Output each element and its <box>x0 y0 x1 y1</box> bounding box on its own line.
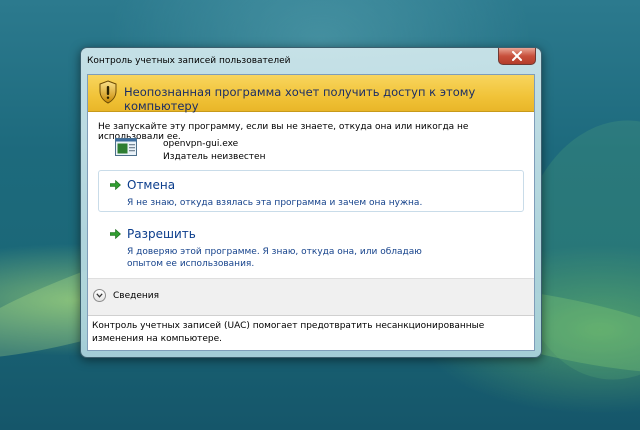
uac-dialog: Контроль учетных записей пользователей Н… <box>80 47 542 358</box>
close-icon <box>512 51 522 61</box>
title-bar[interactable]: Контроль учетных записей пользователей <box>81 48 541 74</box>
dialog-content: Неопознанная программа хочет получить до… <box>87 74 535 351</box>
allow-option-title: Разрешить <box>127 227 196 241</box>
uac-footer-text: Контроль учетных записей (UAC) помогает … <box>92 321 485 344</box>
shield-warning-icon <box>99 80 117 104</box>
window-title: Контроль учетных записей пользователей <box>87 56 291 66</box>
details-label[interactable]: Сведения <box>113 291 159 301</box>
warning-banner: Неопознанная программа хочет получить до… <box>88 75 534 113</box>
program-publisher: Издатель неизвестен <box>163 152 266 162</box>
allow-option-description: Я доверяю этой программе. Я знаю, откуда… <box>127 247 422 269</box>
cancel-option[interactable]: Отмена Я не знаю, откуда взялась эта про… <box>98 170 524 212</box>
green-arrow-icon <box>110 229 121 239</box>
cancel-option-description: Я не знаю, откуда взялась эта программа … <box>127 198 423 208</box>
program-name: openvpn-gui.exe <box>163 139 239 149</box>
chevron-down-icon <box>96 293 103 298</box>
details-bar: Сведения <box>88 278 534 316</box>
allow-option[interactable]: Разрешить Я доверяю этой программе. Я зн… <box>98 219 524 269</box>
close-button[interactable] <box>498 48 536 65</box>
green-arrow-icon <box>110 180 121 190</box>
cancel-option-title: Отмена <box>127 178 176 192</box>
banner-heading: Неопознанная программа хочет получить до… <box>124 85 476 113</box>
details-toggle-button[interactable] <box>93 289 106 302</box>
program-icon <box>115 138 137 156</box>
